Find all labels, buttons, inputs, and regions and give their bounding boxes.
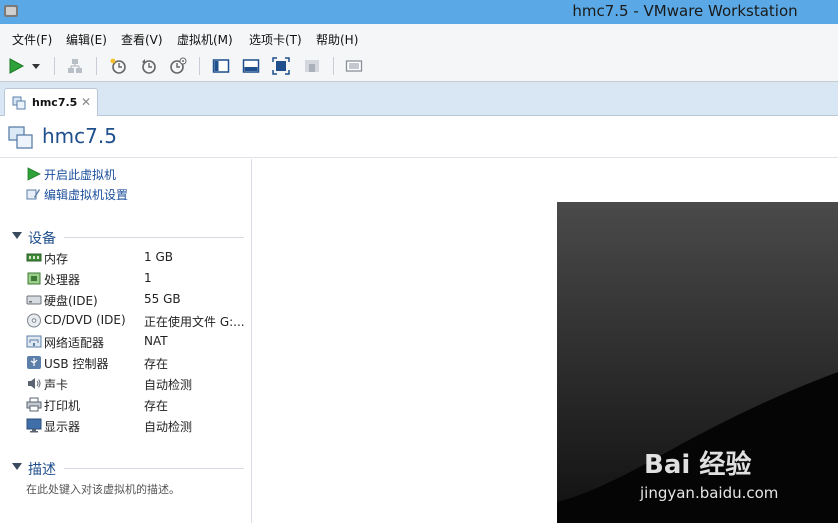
menu-view[interactable]: 查看(V) [121,31,163,48]
title-bar: hmc7.5 - VMware Workstation [0,0,838,24]
collapse-arrow-icon [12,463,22,470]
power-on-link[interactable]: 开启此虚拟机 [26,166,116,183]
memory-icon [26,253,42,262]
network-icon[interactable] [65,56,85,76]
device-value: 存在 [144,357,169,371]
edit-settings-link[interactable]: 编辑虚拟机设置 [26,186,128,203]
description-field[interactable]: 在此处键入对该虚拟机的描述。 [26,481,180,497]
collapse-arrow-icon [12,232,22,239]
unity-icon[interactable] [302,56,322,76]
thumbnail-icon[interactable] [344,56,364,76]
device-row-cd-dvd[interactable]: CD/DVD (IDE) 正在使用文件 G:... [26,312,248,330]
device-value: 存在 [144,399,169,413]
power-on-label: 开启此虚拟机 [44,168,117,182]
device-row-cpu[interactable]: 处理器 1 [26,270,248,288]
device-name: 网络适配器 [44,336,105,350]
toolbar-separator [96,57,97,75]
menu-file[interactable]: 文件(F) [12,31,52,48]
display-icon [26,418,42,433]
device-row-sound[interactable]: 声卡 自动检测 [26,375,248,393]
close-icon[interactable]: ✕ [81,95,91,109]
device-name: 处理器 [44,273,81,287]
snapshot-manager-icon[interactable] [168,56,188,76]
printer-icon [26,397,42,412]
tab-hmc[interactable]: hmc7.5 ✕ [4,88,98,117]
device-row-printer[interactable]: 打印机 存在 [26,396,248,414]
menu-vm[interactable]: 虚拟机(M) [177,31,233,48]
revert-snapshot-icon[interactable] [139,56,159,76]
device-value: 自动检测 [144,420,193,434]
console-view-icon[interactable] [241,56,261,76]
device-value: 正在使用文件 G:... [144,315,245,329]
divider [64,237,244,238]
device-name: 硬盘(IDE) [44,294,98,308]
device-row-memory[interactable]: 内存 1 GB [26,249,248,267]
edit-settings-label: 编辑虚拟机设置 [44,188,129,202]
device-name: 打印机 [44,399,81,413]
device-name: CD/DVD (IDE) [44,313,126,327]
device-name: USB 控制器 [44,357,109,371]
vm-title: hmc7.5 [42,124,117,148]
device-name: 内存 [44,252,69,266]
devices-heading: 设备 [28,231,56,247]
device-value: 55 GB [144,292,181,306]
watermark-url: jingyan.baidu.com [640,484,779,502]
device-value: 自动检测 [144,378,193,392]
menu-edit[interactable]: 编辑(E) [66,31,107,48]
device-name: 声卡 [44,378,69,392]
play-icon[interactable] [6,56,26,76]
toolbar-separator [54,57,55,75]
description-section-header[interactable]: 描述 [12,459,244,478]
snapshot-icon[interactable] [108,56,128,76]
sound-icon [28,378,41,389]
device-name: 显示器 [44,420,81,434]
vm-header: hmc7.5 [0,116,838,158]
cpu-icon [27,272,41,285]
sidebar-view-icon[interactable] [211,56,231,76]
vm-tab-icon [12,96,26,110]
tab-label: hmc7.5 [32,96,78,109]
device-value: 1 GB [144,250,173,264]
harddisk-icon [26,295,42,305]
vmware-app-icon [4,5,18,17]
device-row-harddisk[interactable]: 硬盘(IDE) 55 GB [26,291,248,309]
device-value: NAT [144,334,168,348]
device-row-usb[interactable]: USB 控制器 存在 [26,354,248,372]
divider [64,468,244,469]
settings-icon [26,189,40,200]
menu-tabs[interactable]: 选项卡(T) [249,31,302,48]
device-row-network-adapter[interactable]: 网络适配器 NAT [26,333,248,351]
window-title: hmc7.5 - VMware Workstation [572,2,798,20]
description-heading: 描述 [28,462,56,478]
play-icon [27,167,41,181]
dropdown-arrow-icon[interactable] [29,56,43,76]
network-adapter-icon [26,335,42,348]
baidu-watermark: Bai 经验 jingyan.baidu.com [640,432,820,512]
toolbar-separator [333,57,334,75]
toolbar-separator [199,57,200,75]
usb-icon [27,356,41,369]
menu-bar: 文件(F) 编辑(E) 查看(V) 虚拟机(M) 选项卡(T) 帮助(H) [0,24,838,51]
toolbar [0,51,838,82]
vm-details-panel: 开启此虚拟机 编辑虚拟机设置 设备 内存 1 GB 处理器 1 硬盘(IDE) … [0,159,252,523]
devices-section-header[interactable]: 设备 [12,228,244,247]
tab-strip: hmc7.5 ✕ [0,82,838,117]
menu-help[interactable]: 帮助(H) [316,31,358,48]
cd-dvd-icon [27,313,41,328]
vm-icon [8,126,33,149]
device-value: 1 [144,271,152,285]
device-row-display[interactable]: 显示器 自动检测 [26,417,248,435]
watermark-logo: Bai 经验 [644,450,752,480]
fullscreen-icon[interactable] [271,56,291,76]
